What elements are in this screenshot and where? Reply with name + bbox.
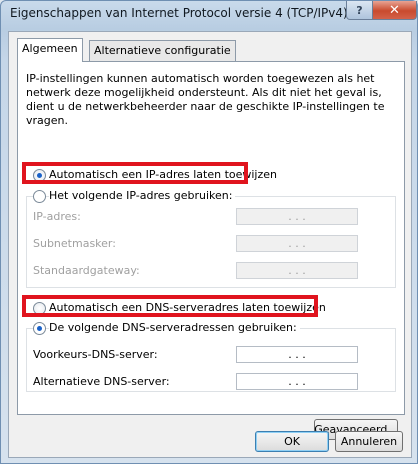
intro-text: IP-instellingen kunnen automatisch worde… xyxy=(26,72,385,127)
default-gateway-value: . . . xyxy=(288,264,306,277)
title-bar[interactable]: Eigenschappen van Internet Protocol vers… xyxy=(1,1,417,27)
dialog-window: Eigenschappen van Internet Protocol vers… xyxy=(0,0,418,464)
alternate-dns-label: Alternatieve DNS-server: xyxy=(33,375,170,388)
preferred-dns-field[interactable]: . . . xyxy=(236,346,358,363)
alternate-dns-field[interactable]: . . . xyxy=(236,373,358,390)
tab-general[interactable]: Algemeen xyxy=(17,38,83,62)
ip-address-value: . . . xyxy=(288,210,306,223)
general-panel: IP-instellingen kunnen automatisch worde… xyxy=(17,61,405,440)
ip-manual-radio[interactable] xyxy=(33,190,46,203)
alternate-dns-value: . . . xyxy=(288,375,306,388)
ip-address-label: IP-adres: xyxy=(33,210,81,223)
close-button[interactable]: ✕ xyxy=(372,1,417,20)
highlight-ip-auto xyxy=(22,162,248,184)
close-icon: ✕ xyxy=(389,2,400,18)
ip-address-field: . . . xyxy=(236,208,358,225)
tab-alternative-config[interactable]: Alternatieve configuratie xyxy=(89,40,236,61)
highlight-dns-auto xyxy=(22,295,318,317)
preferred-dns-value: . . . xyxy=(288,348,306,361)
ip-manual-label: Het volgende IP-adres gebruiken: xyxy=(49,189,236,202)
dns-manual-radio[interactable] xyxy=(33,322,46,335)
subnet-mask-field: . . . xyxy=(236,235,358,252)
help-button[interactable]: ? xyxy=(346,1,373,20)
subnet-mask-value: . . . xyxy=(288,237,306,250)
dns-manual-label: De volgende DNS-serveradressen gebruiken… xyxy=(49,321,300,334)
window-title: Eigenschappen van Internet Protocol vers… xyxy=(10,6,348,20)
ok-button[interactable]: OK xyxy=(255,431,329,452)
preferred-dns-label: Voorkeurs-DNS-server: xyxy=(33,348,158,361)
dialog-client: Algemeen Alternatieve configuratie IP-in… xyxy=(8,31,412,458)
help-icon: ? xyxy=(356,3,363,17)
subnet-mask-label: Subnetmasker: xyxy=(33,237,116,250)
default-gateway-field: . . . xyxy=(236,262,358,279)
cancel-button[interactable]: Annuleren xyxy=(335,431,403,452)
default-gateway-label: Standaardgateway: xyxy=(33,264,140,277)
